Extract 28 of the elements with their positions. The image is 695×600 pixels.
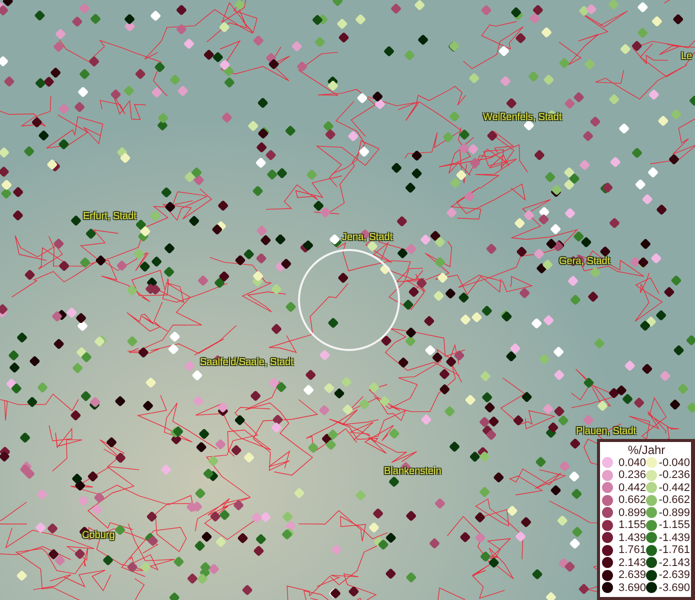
place-label: Erfurt, Stadt (83, 211, 136, 222)
legend-value: -0.662 (658, 494, 690, 506)
legend-value: 1.761 (618, 544, 646, 556)
legend-value: 0.442 (618, 482, 646, 494)
place-label: Le (681, 51, 692, 62)
legend-value: 0.662 (618, 494, 646, 506)
legend-value: -1.155 (658, 519, 690, 532)
legend-value: -0.040 (658, 456, 690, 469)
map-drawing[interactable] (0, 0, 695, 600)
place-label: Blankenstein (384, 466, 442, 477)
legend-value: 0.040 (618, 456, 646, 469)
legend-value: -1.761 (658, 544, 690, 556)
legend-title: %/Jahr (626, 442, 666, 456)
place-label: Weißenfels, Stadt (483, 112, 562, 123)
legend-value: 2.639 (618, 569, 646, 582)
legend-value: 2.143 (618, 556, 646, 569)
legend-value: -2.143 (658, 556, 690, 569)
legend-value: -0.899 (658, 506, 690, 519)
legend-value: 3.690 (618, 582, 646, 594)
legend-value: 1.155 (618, 519, 646, 532)
legend-value: -2.639 (658, 569, 690, 582)
legend-value: -3.690 (658, 582, 690, 594)
legend-value: -0.236 (658, 469, 690, 482)
legend-value: 0.899 (618, 506, 646, 519)
legend-value: 0.236 (618, 469, 646, 482)
legend-value: -1.439 (658, 532, 690, 544)
legend-value: 1.439 (618, 532, 646, 544)
legend-value: -0.442 (658, 482, 690, 494)
